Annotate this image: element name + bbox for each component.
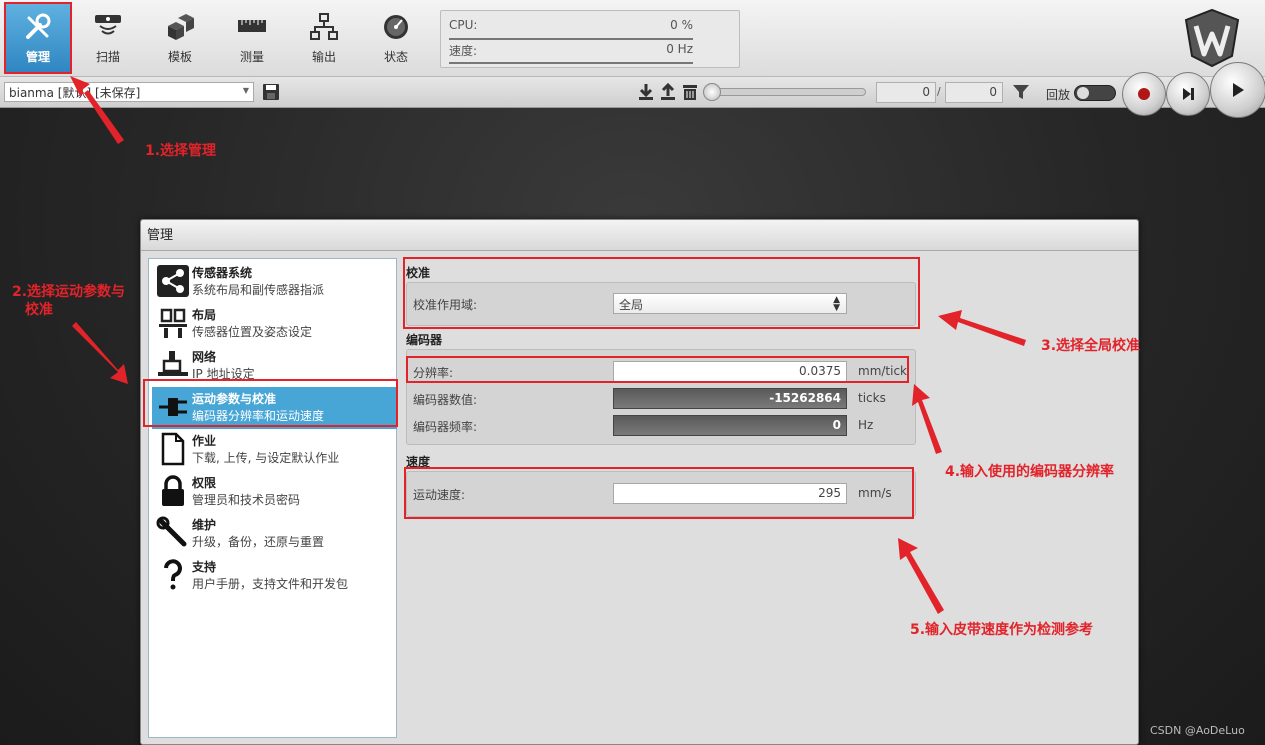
sidebar-item-title: 作业 — [192, 434, 217, 448]
sidebar-item-maintenance[interactable]: 维护 升级，备份，还原与重置 — [152, 513, 397, 555]
toolbar-manage-button[interactable]: 管理 — [4, 2, 72, 74]
sidebar-item-title: 网络 — [192, 350, 217, 364]
toolbar-status-button[interactable]: 状态 — [364, 4, 428, 72]
panel-title: 管理 — [141, 220, 1138, 251]
toolbar-measure-button[interactable]: 测量 — [220, 4, 284, 72]
sidebar-item-desc: 传感器位置及姿态设定 — [192, 325, 313, 339]
sidebar-item-sensor-system[interactable]: 传感器系统 系统布局和副传感器指派 — [152, 261, 397, 303]
sidebar-item-title: 传感器系统 — [192, 266, 253, 280]
sidebar-item-jobs[interactable]: 作业 下载, 上传, 与设定默认作业 — [152, 429, 397, 471]
toolbar-output-button[interactable]: 输出 — [292, 4, 356, 72]
job-select[interactable]: bianma [默认] [未保存] ▼ — [4, 82, 254, 102]
chevron-down-icon: ▼ — [242, 86, 249, 95]
sidebar-item-title: 权限 — [192, 476, 217, 490]
sidebar-item-title: 布局 — [192, 308, 217, 322]
record-icon — [1138, 88, 1150, 100]
layout-icon — [159, 308, 187, 338]
question-icon — [164, 559, 182, 590]
speed-stat: 速度: 0 Hz — [449, 40, 693, 64]
speed-label: 速度: — [449, 44, 478, 58]
download-icon[interactable] — [637, 83, 655, 104]
sidebar-item-desc: 用户手册，支持文件和开发包 — [192, 577, 349, 591]
toolbar-manage-label: 管理 — [25, 50, 50, 64]
brand-logo-icon — [1180, 6, 1244, 70]
step-forward-icon — [1183, 88, 1194, 100]
toolbar-scan-button[interactable]: 扫描 — [76, 4, 140, 72]
encoder-count-label: 编码器数值: — [413, 393, 478, 407]
toolbar-measure-label: 测量 — [239, 50, 264, 64]
sidebar-item-permissions[interactable]: 权限 管理员和技术员密码 — [152, 471, 397, 513]
encoder-count-unit: ticks — [858, 391, 886, 405]
annotation-step-5: 5.输入皮带速度作为检测参考 — [910, 622, 1094, 638]
play-button[interactable] — [1210, 62, 1265, 118]
encoder-freq-value: 0 — [613, 415, 847, 436]
upload-icon[interactable] — [659, 82, 677, 104]
annotation-step-2-line2: 校准 — [25, 302, 53, 318]
toolbar-status-label: 状态 — [383, 50, 408, 64]
encoder-freq-unit: Hz — [858, 418, 874, 432]
frame-total: 0 — [945, 82, 1003, 103]
cubes-icon — [148, 4, 212, 44]
sidebar-item-support[interactable]: 支持 用户手册，支持文件和开发包 — [152, 555, 397, 597]
annotation-step-2-line1: 2.选择运动参数与 — [12, 284, 126, 300]
cpu-stat: CPU: 0 % — [449, 16, 693, 40]
sidebar-item-title: 支持 — [192, 560, 217, 574]
annotation-step-1: 1.选择管理 — [145, 143, 217, 159]
frame-separator: / — [937, 85, 941, 98]
sidebar-item-desc: 下载, 上传, 与设定默认作业 — [192, 451, 340, 465]
document-icon — [161, 432, 185, 466]
ruler-icon — [220, 4, 284, 44]
watermark: CSDN @AoDeLuo — [1150, 724, 1245, 737]
network-plug-icon — [158, 351, 188, 376]
job-name: bianma [默认] [未保存] — [9, 86, 141, 100]
highlight-calibration — [403, 257, 920, 329]
toolbar-template-button[interactable]: 模板 — [148, 4, 212, 72]
sidebar-item-title: 维护 — [192, 518, 217, 532]
toolbar-output-label: 输出 — [311, 50, 336, 64]
highlight-speed — [404, 467, 914, 519]
replay-slider-handle[interactable] — [703, 83, 721, 101]
encoder-freq-label: 编码器频率: — [413, 420, 478, 434]
speed-value: 0 Hz — [666, 42, 693, 56]
filter-icon[interactable] — [1012, 83, 1030, 104]
sidebar-item-desc: 管理员和技术员密码 — [192, 493, 301, 507]
save-icon[interactable] — [262, 83, 280, 104]
job-bar: bianma [默认] [未保存] ▼ 0 / 0 回放 — [0, 77, 1265, 108]
trash-icon[interactable] — [681, 83, 699, 104]
system-stats: CPU: 0 % 速度: 0 Hz — [440, 10, 740, 68]
toolbar-scan-label: 扫描 — [95, 50, 120, 64]
main-toolbar: 管理 扫描 模板 测量 输出 状态 CPU: 0 % 速度: 0 Hz — [0, 0, 1265, 77]
cpu-value: 0 % — [670, 18, 693, 32]
cpu-label: CPU: — [449, 18, 478, 32]
wrench-icon — [156, 516, 187, 547]
annotation-step-3: 3.选择全局校准 — [1041, 338, 1141, 354]
sidebar-item-layout[interactable]: 布局 传感器位置及姿态设定 — [152, 303, 397, 345]
scanner-icon — [76, 4, 140, 44]
lock-icon — [162, 475, 184, 506]
share-icon — [157, 265, 189, 297]
toolbar-template-label: 模板 — [167, 50, 192, 64]
encoder-count-value: -15262864 — [613, 388, 847, 409]
playback-label: 回放 — [1046, 88, 1071, 102]
record-button[interactable] — [1122, 72, 1166, 116]
frame-current[interactable]: 0 — [876, 82, 936, 103]
network-icon — [292, 4, 356, 44]
play-icon — [1233, 83, 1244, 97]
replay-slider[interactable] — [704, 88, 866, 96]
gauge-icon — [364, 4, 428, 44]
step-button[interactable] — [1166, 72, 1210, 116]
highlight-resolution — [406, 356, 909, 383]
tools-icon — [6, 4, 70, 44]
sidebar-item-desc: 系统布局和副传感器指派 — [192, 283, 325, 297]
annotation-step-4: 4.输入使用的编码器分辨率 — [945, 464, 1115, 480]
management-sidebar: 传感器系统 系统布局和副传感器指派 布局 传感器位置及姿态设定 网络 IP 地址… — [148, 258, 397, 738]
sidebar-item-desc: 升级，备份，还原与重置 — [192, 535, 325, 549]
highlight-motion-calibration — [143, 379, 398, 427]
encoder-section-title: 编码器 — [406, 333, 443, 347]
playback-toggle[interactable] — [1074, 85, 1116, 101]
